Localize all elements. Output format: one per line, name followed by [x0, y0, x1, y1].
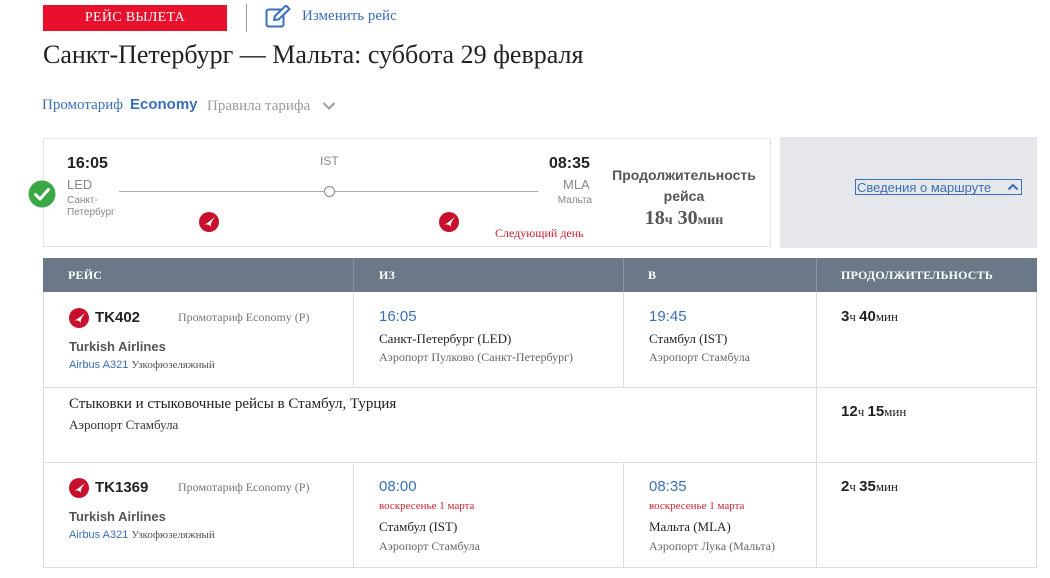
- header-to: В: [648, 268, 657, 282]
- row-divider: [43, 387, 1037, 388]
- arrival-city: Мальта: [557, 195, 592, 206]
- tariff-label: Промотариф: [42, 97, 123, 113]
- aircraft-info: Airbus A321 Узкофюзеляжный: [69, 359, 215, 371]
- header-divider: [246, 4, 247, 32]
- departure-time: 16:05: [379, 308, 417, 325]
- column-divider: [623, 292, 624, 387]
- connection-airport: Аэропорт Стамбула: [69, 417, 179, 432]
- turkish-airlines-logo-icon: [69, 478, 89, 498]
- arrival-date: воскресенье 1 марта: [649, 500, 745, 512]
- header-divider: [623, 258, 624, 292]
- arrival-airport: Аэропорт Лука (Мальта): [649, 539, 775, 553]
- airline-name: Turkish Airlines: [69, 339, 166, 354]
- header-divider: [816, 258, 817, 292]
- departure-code: LED: [67, 177, 93, 192]
- segment-duration: 2ч 35мин: [841, 478, 898, 495]
- edit-icon[interactable]: [265, 5, 293, 29]
- flight-number: TK402: [95, 309, 141, 326]
- arrival-time: 08:35: [649, 478, 687, 495]
- chevron-up-icon[interactable]: [1007, 183, 1019, 191]
- header-divider: [353, 258, 354, 292]
- departure-airport: Аэропорт Пулково (Санкт-Петербург): [379, 350, 574, 364]
- column-divider: [353, 462, 354, 568]
- arrival-time: 08:35: [549, 155, 590, 172]
- page-title: Санкт-Петербург — Мальта: суббота 29 фев…: [43, 40, 584, 69]
- departure-time: 16:05: [67, 155, 108, 172]
- route-details-link[interactable]: Сведения о маршруте: [857, 180, 991, 195]
- turkish-airlines-logo-icon: [199, 212, 219, 232]
- connection-duration: 12ч 15мин: [841, 403, 907, 420]
- turkish-airlines-logo-icon: [439, 212, 459, 232]
- departure-city: Санкт-Петербург: [67, 195, 115, 218]
- connection-title: Стыковки и стыковочные рейсы в Стамбул, …: [69, 396, 397, 412]
- stop-airport-code: IST: [320, 154, 339, 168]
- departure-city: Стамбул (IST): [379, 519, 458, 534]
- tariff-class: Economy: [130, 96, 198, 113]
- total-duration: 18ч 30мин: [644, 207, 724, 229]
- check-circle-icon: [28, 180, 56, 208]
- arrival-time: 19:45: [649, 308, 687, 325]
- stop-marker: [324, 186, 335, 197]
- duration-label: Продолжительность рейса: [612, 167, 756, 204]
- arrival-city: Стамбул (IST): [649, 331, 728, 346]
- fare-class: Промотариф Economy (P): [178, 480, 310, 494]
- segment-duration: 3ч 40мин: [841, 308, 898, 325]
- aircraft-info: Airbus A321 Узкофюзеляжный: [69, 529, 215, 541]
- column-divider: [353, 292, 354, 387]
- tariff-rules-link[interactable]: Правила тарифа: [207, 98, 310, 115]
- departure-flight-badge: РЕЙС ВЫЛЕТА: [43, 5, 227, 31]
- airline-name: Turkish Airlines: [69, 509, 166, 524]
- arrival-airport: Аэропорт Стамбула: [649, 350, 750, 364]
- departure-airport: Аэропорт Стамбула: [379, 539, 480, 553]
- departure-date: воскресенье 1 марта: [379, 500, 475, 512]
- arrival-city: Мальта (MLA): [649, 519, 731, 534]
- header-duration: ПРОДОЛЖИТЕЛЬНОСТЬ: [841, 268, 994, 282]
- column-divider: [623, 462, 624, 568]
- turkish-airlines-logo-icon: [69, 308, 89, 328]
- row-divider: [43, 462, 1037, 463]
- header-flight: РЕЙС: [68, 268, 103, 282]
- arrival-code: MLA: [563, 177, 590, 192]
- edit-flight-link[interactable]: Изменить рейс: [302, 8, 397, 25]
- header-from: ИЗ: [379, 268, 396, 282]
- departure-city: Санкт-Петербург (LED): [379, 331, 512, 346]
- flight-number: TK1369: [95, 479, 149, 496]
- chevron-down-icon[interactable]: [322, 101, 336, 111]
- next-day-note: Следующий день: [495, 226, 584, 240]
- column-divider: [816, 292, 817, 568]
- departure-time: 08:00: [379, 478, 417, 495]
- fare-class: Промотариф Economy (P): [178, 310, 310, 324]
